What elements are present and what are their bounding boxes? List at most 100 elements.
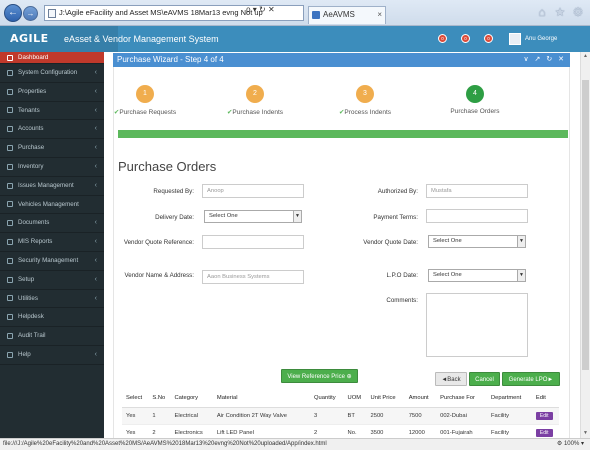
chevron-left-icon: ‹	[94, 350, 97, 358]
issues-icon	[7, 182, 13, 189]
step-label: Purchase Orders	[450, 108, 500, 115]
sidebar-item-setup[interactable]: Setup ‹	[0, 271, 104, 290]
purchase-wizard-panel: 1 ✔Purchase Requests 2 ✔Purchase Indents…	[113, 67, 570, 442]
notification-badge-1[interactable]: 0	[438, 34, 447, 43]
table-cell: Edit	[531, 407, 559, 425]
sidebar-item-utilities[interactable]: Utilities ‹	[0, 290, 104, 309]
chevron-left-icon: ‹	[94, 294, 97, 302]
authorized-by-label: Authorized By:	[377, 188, 418, 195]
panel-header: Purchase Wizard - Step 4 of 4 ∨ ↗ ↻ ✕	[113, 53, 570, 67]
scroll-up-arrow-icon[interactable]: ▲	[581, 52, 590, 61]
column-header: Department	[486, 390, 532, 408]
browser-tab[interactable]: AeAVMS ×	[308, 6, 386, 24]
column-header: Quantity	[310, 390, 344, 408]
edit-row-button[interactable]: Edit	[535, 411, 553, 420]
column-header: Material	[212, 390, 311, 408]
comments-textarea[interactable]	[426, 293, 528, 357]
table-cell[interactable]: Yes	[122, 407, 149, 425]
sidebar-item-audit-trail[interactable]: Audit Trail	[0, 327, 104, 346]
document-icon	[7, 220, 13, 227]
column-header: Purchase For	[436, 390, 487, 408]
audit-icon	[7, 333, 13, 340]
sidebar-item-vehicles-management[interactable]: Vehicles Management	[0, 196, 104, 215]
authorized-by-input[interactable]: Mustafa	[426, 184, 528, 198]
column-header: Category	[170, 390, 213, 408]
wizard-step-3[interactable]: 3 ✔Process Indents	[320, 85, 410, 116]
lpo-date-label: L.P.O Date:	[386, 272, 418, 279]
back-button[interactable]: ◄Back	[435, 372, 467, 386]
users-icon	[7, 107, 13, 114]
generate-lpo-button[interactable]: Generate LPO►	[502, 372, 560, 386]
home-icon	[7, 54, 13, 61]
requested-by-input[interactable]: Anoop	[202, 184, 304, 198]
user-name[interactable]: Anu George	[525, 36, 557, 42]
panel-controls-icon[interactable]: ∨ ↗ ↻ ✕	[523, 53, 566, 67]
step-label: ✔Purchase Requests	[113, 109, 177, 116]
help-icon	[7, 351, 13, 358]
sidebar-item-tenants[interactable]: Tenants ‹	[0, 102, 104, 121]
chevron-left-icon: ‹	[94, 238, 97, 246]
step-label: ✔Purchase Indents	[226, 109, 284, 116]
vendor-name-address-input[interactable]: Aaon Business Systems	[202, 270, 304, 284]
gear-icon	[7, 69, 13, 76]
sidebar-item-helpdesk[interactable]: Helpdesk	[0, 308, 104, 328]
table-cell: 1	[148, 407, 171, 425]
wizard-step-1[interactable]: 1 ✔Purchase Requests	[100, 85, 190, 116]
dropdown-arrow-icon: ▼	[517, 236, 525, 247]
car-icon	[7, 201, 13, 208]
payment-terms-input[interactable]	[426, 209, 528, 223]
settings-gear-icon[interactable]: ⚙	[572, 6, 584, 18]
scrollbar-thumb[interactable]	[582, 80, 589, 370]
favorites-star-icon[interactable]: ★	[554, 6, 566, 18]
table-cell: 7500	[404, 407, 437, 425]
sidebar-item-dashboard[interactable]: Dashboard	[0, 52, 104, 64]
sidebar-item-purchase[interactable]: Purchase ‹	[0, 139, 104, 158]
column-header: Select	[122, 390, 149, 408]
delivery-date-select[interactable]: Select One ▼	[204, 210, 302, 223]
close-tab-icon[interactable]: ×	[377, 7, 382, 23]
vendor-quote-reference-input[interactable]	[202, 235, 304, 249]
page-scrollbar[interactable]: ▲ ▼	[580, 52, 590, 438]
home-icon[interactable]: ⌂	[536, 6, 548, 18]
sidebar-item-inventory[interactable]: Inventory ‹	[0, 158, 104, 177]
sidebar-item-help[interactable]: Help ‹	[0, 346, 104, 365]
zoom-level[interactable]: ⚙ 100% ▾	[557, 439, 584, 450]
sidebar-item-properties[interactable]: Properties ‹	[0, 83, 104, 102]
view-reference-price-button[interactable]: View Reference Price ⊕	[281, 369, 358, 383]
sidebar-item-accounts[interactable]: Accounts ‹	[0, 120, 104, 140]
lock-icon	[7, 257, 13, 264]
table-cell: 3	[310, 407, 344, 425]
column-header: Amount	[404, 390, 437, 408]
sidebar-item-security-management[interactable]: Security Management ‹	[0, 252, 104, 271]
forward-arrow-icon[interactable]: →	[23, 6, 38, 21]
app-header: AGILE eAsset & Vendor Management System …	[0, 26, 590, 52]
browser-status-bar: file:///J:/Agile%20eFacility%20and%20Ass…	[0, 438, 590, 450]
tab-title: AeAVMS	[323, 10, 355, 19]
vendor-quote-date-select[interactable]: Select One ▼	[428, 235, 526, 248]
chevron-left-icon: ‹	[94, 162, 97, 170]
chevron-left-icon: ‹	[94, 106, 97, 114]
chevron-left-icon: ‹	[94, 69, 97, 76]
step-number: 4	[466, 85, 484, 103]
edit-row-button[interactable]: Edit	[535, 428, 553, 437]
lpo-date-select[interactable]: Select One ▼	[428, 269, 526, 282]
wizard-step-4[interactable]: 4 Purchase Orders	[430, 85, 520, 115]
back-arrow-icon[interactable]: ←	[4, 4, 22, 22]
sidebar-item-mis-reports[interactable]: MIS Reports ‹	[0, 233, 104, 252]
scroll-down-arrow-icon[interactable]: ▼	[581, 429, 590, 438]
address-tools[interactable]: ρ ▾ ↻ ✕	[246, 5, 275, 14]
column-header: UOM	[343, 390, 367, 408]
report-icon	[7, 239, 13, 246]
panel-title: Purchase Wizard - Step 4 of 4	[117, 55, 224, 64]
vendor-quote-reference-label: Vendor Quote Reference:	[123, 239, 194, 246]
requested-by-label: Requested By:	[153, 188, 194, 195]
user-avatar[interactable]	[509, 33, 521, 45]
sidebar-item-system-configuration[interactable]: System Configuration ‹	[0, 64, 104, 83]
sidebar-item-documents[interactable]: Documents ‹	[0, 214, 104, 234]
notification-badge-3[interactable]: 0	[484, 34, 493, 43]
page-icon	[48, 9, 56, 18]
notification-badge-2[interactable]: 0	[461, 34, 470, 43]
wizard-step-2[interactable]: 2 ✔Purchase Indents	[210, 85, 300, 116]
sidebar-item-issues-management[interactable]: Issues Management ‹	[0, 177, 104, 196]
cancel-button[interactable]: Cancel	[469, 372, 500, 386]
